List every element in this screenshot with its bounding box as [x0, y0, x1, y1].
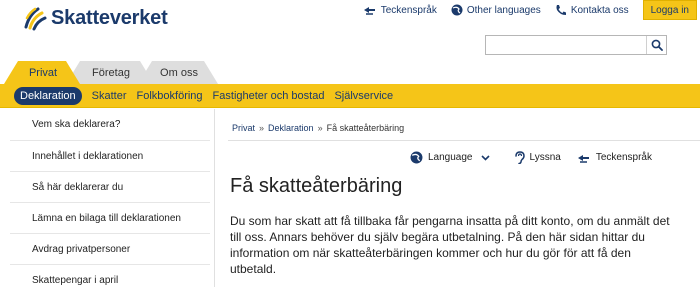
- other-languages-link[interactable]: Other languages: [451, 4, 541, 16]
- tab-label: Om oss: [160, 66, 198, 79]
- listen-label: Lyssna: [529, 152, 561, 163]
- skatteverket-logo[interactable]: Skatteverket: [22, 5, 168, 31]
- globe-icon: [451, 4, 463, 16]
- page-title: Få skatteåterbäring: [230, 175, 403, 197]
- breadcrumb-current: Få skatteåterbäring: [326, 123, 405, 133]
- sidebar-item[interactable]: Innehållet i deklarationen: [10, 141, 210, 172]
- sidebar-item[interactable]: Vem ska deklarera?: [10, 109, 210, 141]
- other-languages-label: Other languages: [466, 4, 541, 16]
- audience-tabs: Om oss Företag Privat: [0, 61, 700, 84]
- nav-item-deklaration[interactable]: Deklaration: [14, 86, 82, 105]
- sidebar-item[interactable]: Avdrag privatpersoner: [10, 234, 210, 265]
- sidebar-menu: Vem ska deklarera? Innehållet i deklarat…: [10, 109, 210, 287]
- crown-logo-icon: [24, 7, 47, 31]
- column-divider: [214, 109, 215, 287]
- search-button[interactable]: [646, 36, 666, 54]
- utility-links: Teckenspråk Other languages Kontakta oss…: [363, 0, 700, 20]
- ear-icon: [514, 151, 525, 164]
- nav-item-sjalvservice[interactable]: Självservice: [334, 90, 393, 102]
- search-icon: [651, 39, 663, 51]
- nav-item-skatter[interactable]: Skatter: [92, 90, 127, 102]
- main-navigation: Deklaration Skatter Folkbokföring Fastig…: [0, 84, 700, 108]
- tab-privat[interactable]: Privat: [4, 61, 80, 84]
- sign-language-tool-label: Teckenspråk: [595, 152, 652, 163]
- tab-label: Privat: [28, 66, 58, 79]
- breadcrumb: Privat » Deklaration » Få skatteåterbäri…: [232, 123, 404, 133]
- nav-item-folkbokforing[interactable]: Folkbokföring: [137, 90, 203, 102]
- sign-language-icon: [577, 154, 589, 163]
- tab-label: Företag: [92, 66, 130, 79]
- phone-icon: [556, 5, 566, 15]
- breadcrumb-link[interactable]: Privat: [232, 123, 255, 133]
- breadcrumb-separator: »: [317, 123, 323, 133]
- sidebar-item[interactable]: Lämna en bilaga till deklarationen: [10, 203, 210, 234]
- language-selector[interactable]: Language: [410, 151, 490, 164]
- sign-language-tool[interactable]: Teckenspråk: [577, 152, 652, 164]
- sign-language-link[interactable]: Teckenspråk: [363, 4, 437, 16]
- contact-label: Kontakta oss: [570, 4, 629, 16]
- tab-foretag[interactable]: Företag: [66, 61, 154, 84]
- contact-link[interactable]: Kontakta oss: [555, 4, 629, 16]
- login-button[interactable]: Logga in: [642, 0, 697, 20]
- nav-item-fastigheter[interactable]: Fastigheter och bostad: [213, 90, 325, 102]
- breadcrumb-divider: [228, 140, 700, 141]
- sign-language-icon: [363, 7, 375, 15]
- page-tools: Language Lyssna Teckenspråk: [410, 151, 652, 164]
- search-box: [485, 35, 667, 55]
- logo-text: Skatteverket: [51, 6, 168, 29]
- sign-language-label: Teckenspråk: [380, 4, 437, 16]
- sidebar-item[interactable]: Så här deklarerar du: [10, 172, 210, 203]
- listen-button[interactable]: Lyssna: [514, 151, 561, 164]
- language-label: Language: [428, 152, 473, 163]
- globe-icon: [410, 151, 423, 164]
- breadcrumb-separator: »: [259, 123, 265, 133]
- chevron-down-icon: [480, 154, 490, 161]
- intro-paragraph: Du som har skatt att få tillbaka får pen…: [230, 214, 670, 276]
- search-input[interactable]: [486, 36, 646, 54]
- sidebar-item[interactable]: Skattepengar i april: [10, 265, 210, 287]
- breadcrumb-link[interactable]: Deklaration: [268, 123, 314, 133]
